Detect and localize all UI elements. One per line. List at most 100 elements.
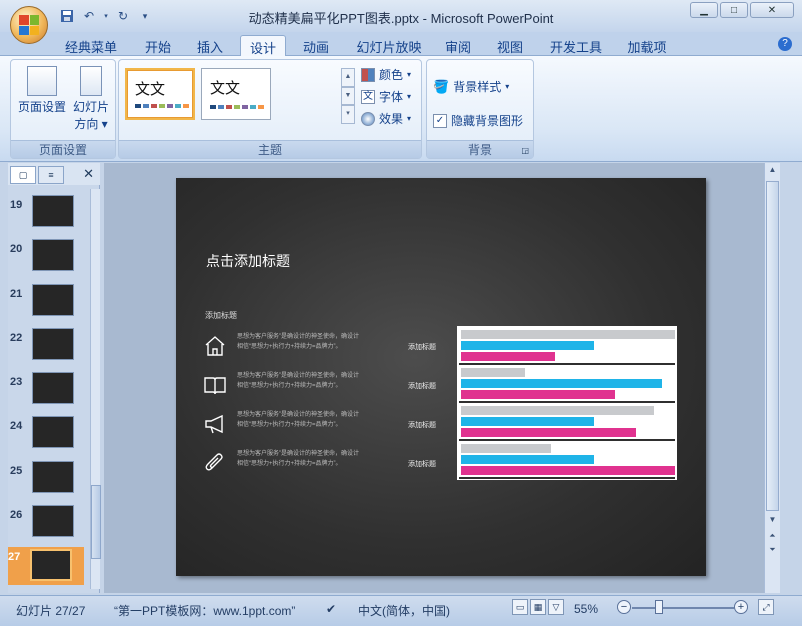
slide-title[interactable]: 点击添加标题 <box>206 251 290 271</box>
theme-thumbnail-1[interactable]: 文文 <box>125 68 195 120</box>
customize-icon[interactable]: ▾ <box>136 7 154 25</box>
tab-view[interactable]: 视图 <box>490 35 530 56</box>
theme-gallery-scroll: ▲ ▼ ▾ <box>341 68 355 125</box>
group-label-page-setup: 页面设置 <box>11 140 115 158</box>
close-button[interactable]: ✕ <box>750 2 794 18</box>
scroll-up-icon[interactable]: ▲ <box>766 165 779 177</box>
scroll-down-icon[interactable]: ▼ <box>766 515 779 527</box>
outline-tab-icon[interactable]: ≡ <box>38 166 64 184</box>
slideshow-view-icon[interactable]: ▽ <box>548 599 564 615</box>
dialog-launcher-icon[interactable]: ◲ <box>521 146 529 155</box>
bar <box>461 352 556 361</box>
row-text: 思想为客户服务”是确设计的神圣使命，确设计 相信“思想力+执行力+持续力=品牌力”… <box>237 449 399 469</box>
undo-dropdown-icon[interactable]: ▾ <box>102 7 110 25</box>
slide-scroll-thumb[interactable] <box>766 181 779 511</box>
help-icon[interactable]: ? <box>778 37 792 51</box>
colors-button[interactable]: 颜色 ▾ <box>361 66 411 83</box>
bar-chart[interactable] <box>457 326 677 480</box>
quick-access-toolbar: ↶ ▾ ↻ ▾ <box>58 7 154 25</box>
theme-sample-text: 文文 <box>135 81 166 98</box>
slides-pane-scrollbar[interactable] <box>90 189 101 589</box>
theme-color-swatches-2 <box>210 105 264 109</box>
effects-button[interactable]: 效果 ▾ <box>361 110 411 127</box>
status-bar: 幻灯片 27/27 “第一PPT模板网：www.1ppt.com” ✔ 中文(简… <box>0 595 802 626</box>
bar <box>461 444 551 453</box>
zoom-out-icon[interactable]: − <box>617 600 631 614</box>
office-logo-icon <box>19 15 39 35</box>
orientation-label-1: 幻灯片 <box>72 100 109 114</box>
maximize-button[interactable]: □ <box>720 2 748 18</box>
hide-background-graphics-checkbox[interactable]: ✓ 隐藏背景图形 <box>433 112 523 129</box>
tab-review[interactable]: 审阅 <box>438 35 478 56</box>
slide-orientation-button[interactable]: 幻灯片 方向 ▾ <box>69 66 113 132</box>
thumbnail-number: 21 <box>10 288 23 300</box>
bar <box>461 417 594 426</box>
fonts-button[interactable]: 文 字体 ▾ <box>361 88 411 105</box>
slide-subtitle[interactable]: 添加标题 <box>205 310 237 321</box>
tab-classic-menu[interactable]: 经典菜单 <box>58 35 124 56</box>
row-label: 添加标题 <box>408 461 436 468</box>
undo-icon[interactable]: ↶ <box>80 7 98 25</box>
slide-sorter-icon[interactable]: ▦ <box>530 599 546 615</box>
group-themes: 文文 文文 ▲ ▼ ▾ 颜色 ▾ 文 字体 ▾ 效果 ▾ 主题 <box>118 59 422 159</box>
gallery-more-icon[interactable]: ▾ <box>341 105 355 125</box>
normal-view-icon[interactable]: ▭ <box>512 599 528 615</box>
thumbnail-slide-27[interactable]: 27 <box>8 547 84 585</box>
ribbon-tabs: 经典菜单 开始 插入 设计 动画 幻灯片放映 审阅 视图 开发工具 加载项 <box>0 32 802 56</box>
group-label-themes: 主题 <box>119 140 421 158</box>
minimize-button[interactable]: ▁ <box>690 2 718 18</box>
fit-to-window-icon[interactable]: ⤢ <box>758 599 774 615</box>
row-text-line-1: 思想为客户服务”是确设计的神圣使命，确设计 <box>237 451 359 457</box>
group-background: 🪣 背景样式 ▾ ✓ 隐藏背景图形 背景 ◲ <box>426 59 534 159</box>
zoom-slider-track[interactable] <box>632 607 734 609</box>
spell-check-icon[interactable]: ✔ <box>326 602 336 616</box>
slides-pane: ▢ ≡ ✕ 19 20 21 22 23 24 25 26 27 <box>8 163 101 593</box>
slides-pane-scroll-thumb[interactable] <box>91 485 101 559</box>
bar <box>461 330 675 339</box>
thumbnail-image <box>32 461 74 493</box>
page-setup-button[interactable]: 页面设置 <box>17 66 67 115</box>
thumbnail-image <box>32 505 74 537</box>
office-button[interactable] <box>10 6 48 44</box>
thumbnail-number: 20 <box>10 243 23 255</box>
theme-name: “第一PPT模板网：www.1ppt.com” <box>114 604 296 618</box>
slide-counter: 幻灯片 27/27 <box>16 604 86 618</box>
tab-insert[interactable]: 插入 <box>188 35 232 56</box>
colors-icon <box>361 67 375 82</box>
tab-addins[interactable]: 加载项 <box>620 35 674 56</box>
group-label-background: 背景 <box>427 140 533 158</box>
thumbnail-image <box>32 328 74 360</box>
theme-thumbnail-2[interactable]: 文文 <box>201 68 271 120</box>
background-styles-button[interactable]: 🪣 背景样式 ▾ <box>433 78 509 95</box>
save-icon[interactable] <box>58 7 76 25</box>
paperclip-icon <box>205 453 223 471</box>
zoom-in-icon[interactable]: + <box>734 600 748 614</box>
bar-group <box>459 442 675 479</box>
zoom-slider-knob[interactable] <box>655 600 663 614</box>
close-pane-icon[interactable]: ✕ <box>83 166 94 182</box>
bar <box>461 428 637 437</box>
slide-scrollbar[interactable]: ▲ ▼ ⏶ ⏷ <box>764 163 780 593</box>
thumbnail-image <box>32 372 74 404</box>
thumbnail-number: 24 <box>10 420 23 432</box>
tab-design[interactable]: 设计 <box>240 35 286 56</box>
redo-icon[interactable]: ↻ <box>114 7 132 25</box>
thumbnail-number: 27 <box>8 551 21 563</box>
zoom-level[interactable]: 55% <box>574 602 598 616</box>
bar-group <box>459 404 675 441</box>
tab-developer[interactable]: 开发工具 <box>544 35 608 56</box>
gallery-up-icon[interactable]: ▲ <box>341 68 355 87</box>
next-slide-icon[interactable]: ⏷ <box>766 545 779 557</box>
slide-canvas[interactable]: 点击添加标题 添加标题 思想为客户服务”是确设计的神圣使命，确设计 相信“思想力+… <box>176 178 706 576</box>
effects-icon <box>361 111 375 126</box>
tab-home[interactable]: 开始 <box>136 35 180 56</box>
previous-slide-icon[interactable]: ⏶ <box>766 531 779 543</box>
tab-slideshow[interactable]: 幻灯片放映 <box>350 35 428 56</box>
thumbnail-image <box>32 195 74 227</box>
bar <box>461 455 594 464</box>
language[interactable]: 中文(简体，中国) <box>358 602 450 619</box>
tab-animations[interactable]: 动画 <box>294 35 338 56</box>
row-text-line-2: 相信“思想力+执行力+持续力=品牌力”。 <box>237 383 342 389</box>
slides-tab-icon[interactable]: ▢ <box>10 166 36 184</box>
gallery-down-icon[interactable]: ▼ <box>341 86 355 106</box>
